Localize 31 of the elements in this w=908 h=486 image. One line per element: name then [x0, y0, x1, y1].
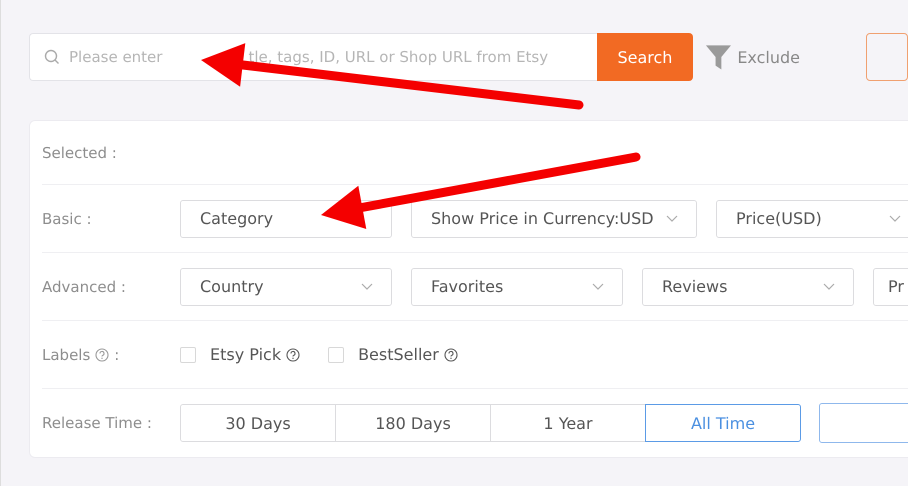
checkbox[interactable] [328, 346, 344, 362]
date-range-field[interactable] [819, 403, 908, 443]
dropdown[interactable]: Show Price in Currency:USD [411, 200, 697, 238]
dropdown[interactable]: Country [180, 268, 392, 306]
row-label: Advanced : [42, 278, 127, 296]
outlined-button[interactable] [866, 33, 908, 81]
dropdown[interactable]: Reviews [642, 268, 854, 306]
time-range-tab[interactable]: 30 Days [180, 404, 336, 442]
chevron-icon [592, 282, 604, 290]
chevron-icon [666, 214, 678, 222]
time-range-tab[interactable]: 180 Days [335, 404, 491, 442]
row-label: Labels [42, 346, 90, 364]
dropdown[interactable]: Price(USD) [716, 200, 908, 238]
row-label: Basic : [42, 210, 93, 228]
checkbox-label[interactable]: BestSeller [358, 345, 439, 364]
dropdown[interactable]: Favorites [411, 268, 623, 306]
dropdown[interactable]: Pr [873, 268, 908, 306]
checkbox-label[interactable]: Etsy Pick [210, 345, 282, 364]
help-icon[interactable] [286, 348, 300, 362]
time-range-tab[interactable]: 1 Year [490, 404, 646, 442]
chevron-icon [361, 282, 373, 290]
row-label: Selected : [42, 144, 118, 162]
placeholder-text: tle, tags, ID, URL or Shop URL from Etsy [248, 48, 548, 66]
search-icon [44, 49, 60, 65]
row-label: Release Time : [42, 414, 153, 432]
chevron-icon [889, 214, 901, 222]
placeholder-text: Please enter [69, 48, 162, 66]
chevron-icon [823, 282, 835, 290]
help-icon[interactable] [444, 348, 458, 362]
colon: : [114, 346, 120, 364]
checkbox[interactable] [180, 346, 196, 362]
